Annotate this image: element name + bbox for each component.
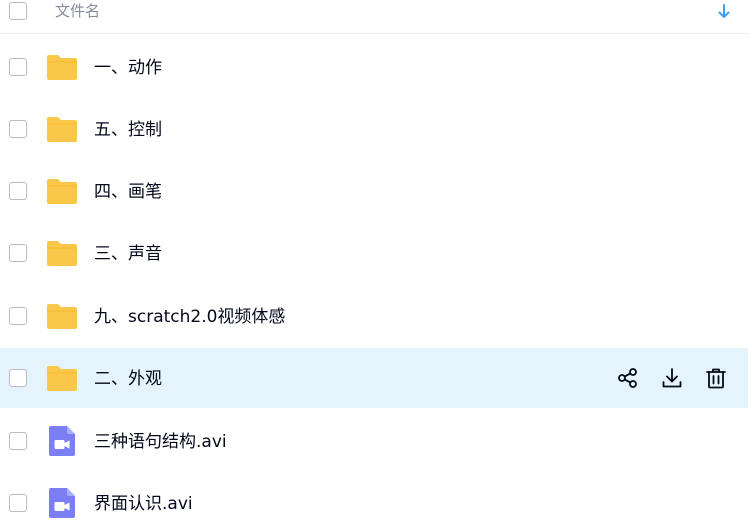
file-name[interactable]: 二、外观 <box>94 367 162 391</box>
row-checkbox[interactable] <box>9 120 27 138</box>
file-row[interactable]: 九、scratch2.0视频体感 <box>0 286 748 346</box>
file-row[interactable]: 五、控制 <box>0 99 748 159</box>
file-row[interactable]: 一、动作 <box>0 37 748 97</box>
video-file-icon <box>49 488 75 518</box>
row-checkbox[interactable] <box>9 182 27 200</box>
file-row[interactable]: 三、声音 <box>0 223 748 283</box>
folder-icon <box>47 366 77 391</box>
share-icon <box>618 368 637 388</box>
file-name[interactable]: 五、控制 <box>94 118 162 142</box>
arrow-down-icon[interactable] <box>715 3 733 21</box>
folder-icon <box>47 304 77 329</box>
row-checkbox[interactable] <box>9 494 27 512</box>
file-name[interactable]: 三、声音 <box>94 242 162 266</box>
filename-column-header[interactable]: 文件名 <box>55 0 100 22</box>
video-file-icon <box>49 426 75 456</box>
folder-icon <box>47 117 77 142</box>
row-action-toolbar <box>596 366 728 390</box>
delete-button[interactable] <box>704 366 728 390</box>
file-name[interactable]: 界面认识.avi <box>94 492 193 516</box>
trash-icon <box>706 368 726 389</box>
folder-icon <box>47 179 77 204</box>
folder-icon <box>47 241 77 266</box>
file-name[interactable]: 三种语句结构.avi <box>94 430 227 454</box>
file-list-header: 文件名 <box>0 0 750 34</box>
row-checkbox[interactable] <box>9 307 27 325</box>
select-all-checkbox[interactable] <box>9 2 27 20</box>
file-row[interactable]: 界面认识.avi <box>0 473 748 531</box>
folder-icon <box>47 55 77 80</box>
download-button[interactable] <box>660 366 684 390</box>
row-checkbox[interactable] <box>9 58 27 76</box>
file-name[interactable]: 九、scratch2.0视频体感 <box>94 305 285 329</box>
download-icon <box>662 368 682 388</box>
file-list-panel: 文件名 一、动作 五、控制 四、画笔 三、声音 九、scratch2.0视频体感… <box>0 0 750 531</box>
row-checkbox[interactable] <box>9 244 27 262</box>
file-row[interactable]: 三种语句结构.avi <box>0 411 748 471</box>
row-checkbox[interactable] <box>9 432 27 450</box>
file-row[interactable]: 四、画笔 <box>0 161 748 221</box>
share-button[interactable] <box>616 366 640 390</box>
file-row-hovered[interactable]: 二、外观 <box>0 348 748 408</box>
file-name[interactable]: 四、画笔 <box>94 180 162 204</box>
row-checkbox[interactable] <box>9 369 27 387</box>
file-name[interactable]: 一、动作 <box>94 56 162 80</box>
